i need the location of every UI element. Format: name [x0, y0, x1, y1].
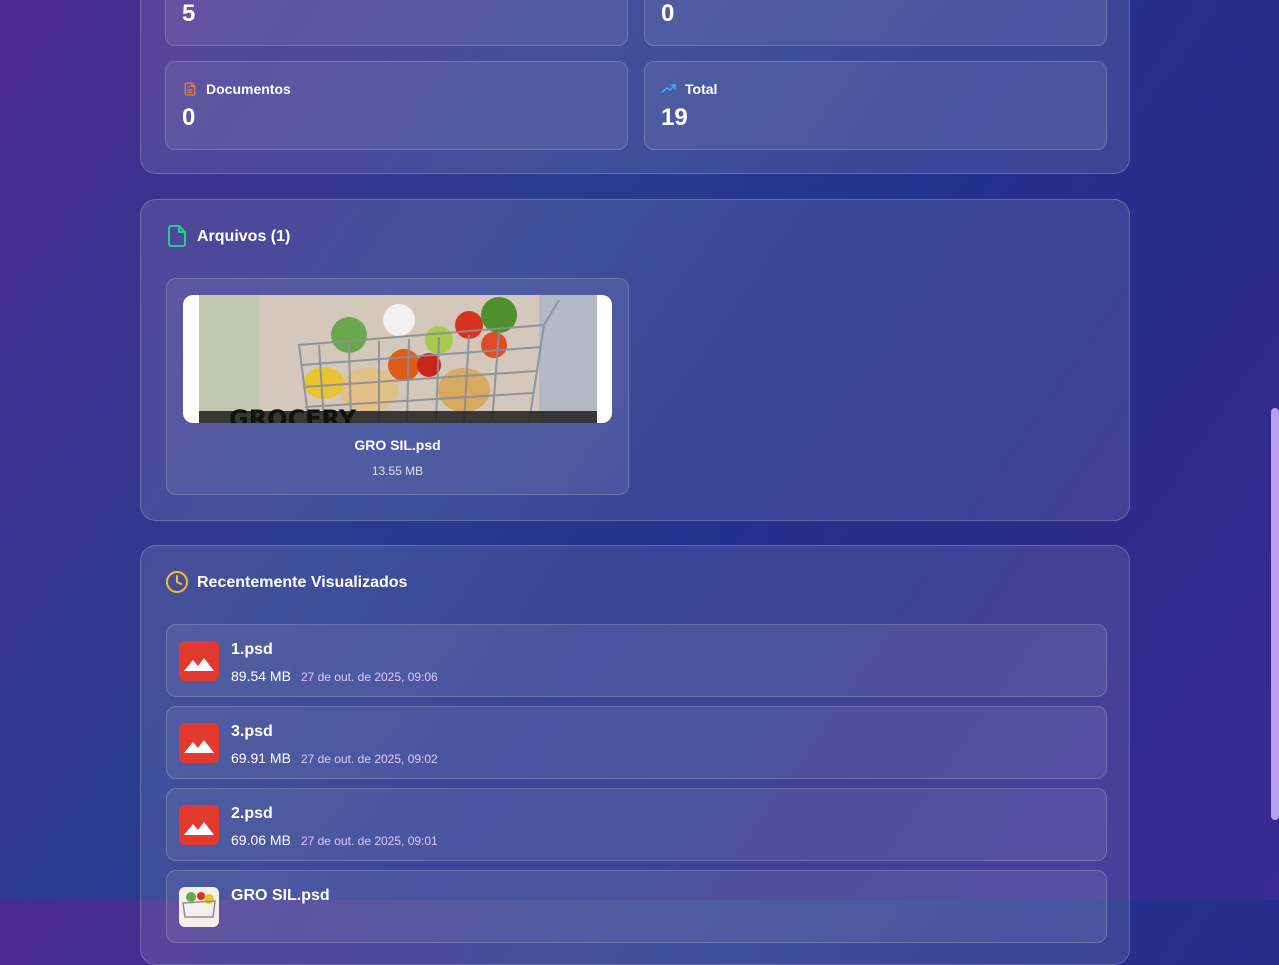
files-panel: Arquivos (1) GROCERY GRO SIL.psd 13.55 M…	[140, 199, 1130, 521]
recent-item[interactable]: 1.psd 89.54 MB 27 de out. de 2025, 09:06	[166, 624, 1107, 697]
stat-card: 0	[644, 0, 1107, 46]
psd-image-icon	[179, 723, 219, 763]
document-icon	[184, 82, 196, 96]
stat-value: 0	[182, 104, 196, 131]
recent-item-name: 2.psd	[231, 805, 273, 822]
recent-item[interactable]: 3.psd 69.91 MB 27 de out. de 2025, 09:02	[166, 706, 1107, 779]
recent-item-date: 27 de out. de 2025, 09:02	[300, 752, 438, 766]
section-title: Recentemente Visualizados	[197, 574, 408, 591]
stat-card-documents: Documentos 0	[165, 61, 628, 150]
recent-item-size: 89.54 MB	[231, 668, 291, 684]
file-icon	[168, 225, 186, 247]
psd-image-icon	[179, 641, 219, 681]
stat-card: 5	[165, 0, 628, 46]
clock-icon	[166, 571, 188, 593]
recent-item-name: 1.psd	[231, 641, 273, 658]
recent-item[interactable]: GRO SIL.psd	[166, 870, 1107, 943]
recent-item-size: 69.91 MB	[231, 750, 291, 766]
recent-item-date: 27 de out. de 2025, 09:06	[300, 670, 438, 684]
recent-item[interactable]: 2.psd 69.06 MB 27 de out. de 2025, 09:01	[166, 788, 1107, 861]
recent-item-meta: 69.06 MB 27 de out. de 2025, 09:01	[231, 832, 438, 848]
trending-up-icon	[661, 84, 676, 93]
recent-item-name: GRO SIL.psd	[231, 887, 330, 904]
recent-item-size: 69.06 MB	[231, 832, 291, 848]
scrollbar-thumb[interactable]	[1271, 408, 1279, 820]
stat-label: Total	[685, 81, 718, 97]
thumb-text: GROCERY	[229, 405, 357, 423]
section-title: Arquivos (1)	[197, 228, 291, 245]
recent-panel: Recentemente Visualizados 1.psd 89.54 MB…	[140, 545, 1130, 965]
file-name: GRO SIL.psd	[354, 437, 441, 453]
recent-item-meta: 89.54 MB 27 de out. de 2025, 09:06	[231, 668, 438, 684]
stat-label: Documentos	[206, 81, 291, 97]
stats-panel: 5 0 Documentos 0 Total 19	[140, 0, 1130, 174]
stat-card-total: Total 19	[644, 61, 1107, 150]
recent-item-date: 27 de out. de 2025, 09:01	[300, 834, 438, 848]
stat-value: 5	[182, 0, 196, 27]
file-size: 13.55 MB	[371, 464, 424, 478]
stat-value: 0	[661, 0, 675, 27]
grocery-cart-image: GROCERY	[199, 295, 597, 423]
cart-illustration: GROCERY	[199, 295, 597, 423]
stat-value: 19	[661, 104, 688, 131]
grocery-thumbnail-icon	[179, 887, 219, 927]
recent-item-meta: 69.91 MB 27 de out. de 2025, 09:02	[231, 750, 438, 766]
file-card[interactable]: GROCERY GRO SIL.psd 13.55 MB	[166, 278, 629, 495]
file-thumbnail: GROCERY	[183, 295, 612, 423]
psd-image-icon	[179, 805, 219, 845]
recent-item-name: 3.psd	[231, 723, 273, 740]
